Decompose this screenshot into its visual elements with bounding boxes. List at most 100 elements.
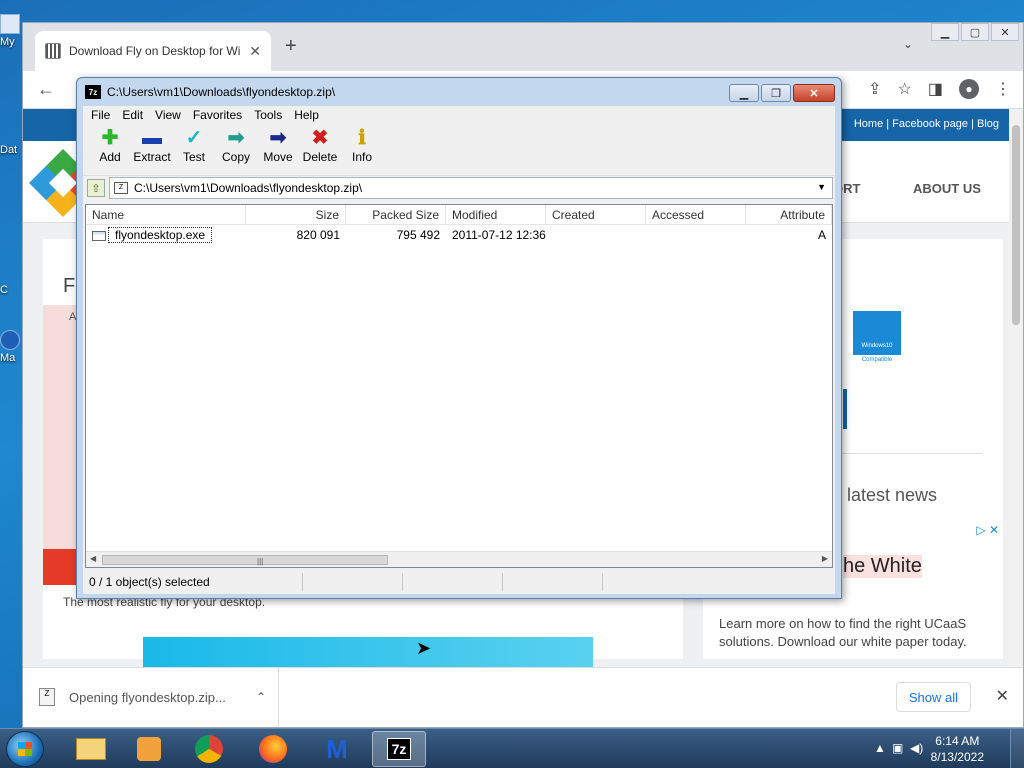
share-icon[interactable]: ⇪ [868,79,881,99]
show-hidden-icons-chevron-icon[interactable]: ▲ [874,741,886,755]
copy-button[interactable]: ➡ Copy [215,124,257,164]
bookmark-star-icon[interactable]: ☆ [898,79,912,99]
delete-button[interactable]: ✖ Delete [299,124,341,164]
folder-up-icon[interactable]: ⇧ [87,179,105,197]
7zip-window: 7z C:\Users\vm1\Downloads\flyondesktop.z… [76,77,842,599]
column-accessed[interactable]: Accessed [646,205,746,224]
extract-icon: ▬ [142,127,162,149]
menu-edit[interactable]: Edit [116,108,149,122]
browser-tab[interactable]: Download Fly on Desktop for Wi ✕ [35,31,271,71]
profile-avatar-icon[interactable]: ● [959,79,979,99]
product-banner-image [143,637,593,667]
list-header: Name Size Packed Size Modified Created A… [86,205,832,225]
close-icon[interactable]: ✕ [991,23,1019,41]
info-button[interactable]: ℹ Info [341,124,383,164]
table-row[interactable]: flyondesktop.exe 820 091 795 492 2011-07… [86,225,832,245]
column-name[interactable]: Name [86,205,246,224]
close-tab-icon[interactable]: ✕ [249,43,261,60]
menu-help[interactable]: Help [288,108,325,122]
address-dropdown-icon[interactable]: ▼ [817,182,826,192]
ad-choices-icon[interactable]: ▷ ✕ [976,523,999,537]
malwarebytes-icon [0,330,20,350]
desktop-icon-malwarebytes[interactable]: Ma [0,330,22,364]
minimize-icon[interactable]: ▁ [729,84,759,102]
win10-caption: Compatible [861,357,893,363]
test-button[interactable]: ✓ Test [173,124,215,164]
download-status: Opening flyondesktop.zip... [69,689,226,705]
loading-favicon-icon [45,43,61,59]
taskbar-explorer[interactable] [64,731,118,767]
status-text: 0 / 1 object(s) selected [85,573,303,591]
nav-about-us[interactable]: ABOUT US [913,181,981,196]
taskbar-chrome[interactable] [182,731,236,767]
tab-strip: Download Fly on Desktop for Wi ✕ + ⌄ ▁ ▢… [23,23,1023,71]
clock[interactable]: 6:14 AM 8/13/2022 [931,733,984,765]
show-desktop-button[interactable] [1010,729,1024,768]
horizontal-scrollbar[interactable]: ◀ ||| ▶ [86,551,832,567]
tab-search-chevron-icon[interactable]: ⌄ [903,37,913,51]
chevron-up-icon[interactable]: ⌃ [256,690,266,704]
new-tab-icon[interactable]: + [285,35,297,58]
7zip-window-controls: ▁ ❐ ✕ [729,84,835,102]
tool-label: Copy [221,150,250,164]
close-download-bar-icon[interactable]: ✕ [996,686,1009,706]
delete-icon: ✖ [311,127,329,149]
windows10-logo-icon: Windows10 [853,311,901,355]
menu-favorites[interactable]: Favorites [187,108,248,122]
scroll-thumb[interactable] [1012,125,1020,325]
taskbar: M 7z ▲ ▣ ◀) 6:14 AM 8/13/2022 [0,728,1024,768]
latest-news-heading: latest news [847,485,938,505]
taskbar-media-player[interactable] [122,731,176,767]
address-field[interactable]: Z C:\Users\vm1\Downloads\flyondesktop.zi… [109,177,833,199]
taskbar-7zip[interactable]: 7z [372,731,426,767]
show-all-button[interactable]: Show all [895,682,971,712]
scroll-right-icon[interactable]: ▶ [822,554,828,563]
network-icon[interactable]: ▣ [892,741,903,755]
file-attributes: A [817,228,826,242]
taskbar-malwarebytes[interactable]: M [310,731,364,767]
back-arrow-icon[interactable]: ← [37,79,55,100]
menu-tools[interactable]: Tools [248,108,288,122]
tab-title: Download Fly on Desktop for Wi [69,44,241,58]
download-item[interactable]: Z Opening flyondesktop.zip... ⌃ [39,668,279,726]
archive-icon: Z [114,182,128,194]
7zip-app-icon: 7z [386,738,412,760]
menu-view[interactable]: View [149,108,187,122]
desktop-icon-computer[interactable]: My [0,14,22,48]
add-button[interactable]: ✚ Add [89,124,131,164]
file-size: 820 091 [296,228,340,242]
column-created[interactable]: Created [546,205,646,224]
scroll-left-icon[interactable]: ◀ [90,554,96,563]
restore-icon[interactable]: ❐ [761,84,791,102]
status-bar: 0 / 1 object(s) selected [83,570,835,594]
download-bar: Z Opening flyondesktop.zip... ⌃ Show all… [23,667,1023,727]
tool-label: Info [351,150,372,164]
mouse-cursor-icon: ➤ [416,638,432,658]
ad-title[interactable]: he White [843,555,922,578]
desktop-icon-label: My [0,36,15,48]
desktop-icon-data[interactable]: Dat [0,144,22,156]
side-panel-icon[interactable]: ◨ [928,79,943,99]
top-links[interactable]: Home | Facebook page | Blog [854,118,999,130]
column-modified[interactable]: Modified [446,205,546,224]
start-button[interactable] [6,731,44,767]
scroll-thumb[interactable]: ||| [102,555,388,566]
menu-file[interactable]: File [85,108,116,122]
page-scrollbar[interactable] [1009,109,1023,667]
maximize-icon[interactable]: ▢ [961,23,989,41]
desktop-icon-c[interactable]: C [0,284,22,296]
move-button[interactable]: ➡ Move [257,124,299,164]
taskbar-firefox[interactable] [246,731,300,767]
ad-text: Learn more on how to find the right UCaa… [719,616,967,649]
7zip-titlebar[interactable]: 7z C:\Users\vm1\Downloads\flyondesktop.z… [77,78,841,106]
column-attributes[interactable]: Attribute [746,205,832,224]
exe-file-icon [92,230,106,241]
close-icon[interactable]: ✕ [793,84,835,102]
extract-button[interactable]: ▬ Extract [131,124,173,164]
column-packed-size[interactable]: Packed Size [346,205,446,224]
menu-kebab-icon[interactable]: ⋮ [995,79,1011,99]
volume-icon[interactable]: ◀) [910,741,923,755]
minimize-icon[interactable]: ▁ [931,23,959,41]
column-size[interactable]: Size [246,205,346,224]
tool-label: Extract [133,150,171,164]
